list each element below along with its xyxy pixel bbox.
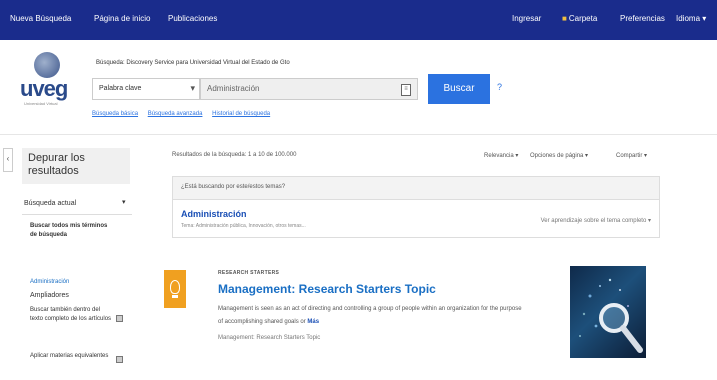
refine-results-title: Depurar los resultados — [28, 152, 85, 177]
expander-subjects-checkbox[interactable] — [116, 356, 123, 363]
chevron-down-icon[interactable]: ▾ — [122, 198, 126, 206]
nav-preferences[interactable]: Preferencias — [620, 14, 665, 23]
current-search-heading[interactable]: Búsqueda actual — [24, 200, 76, 207]
basic-search-link[interactable]: Búsqueda básica — [92, 111, 138, 117]
logo-emblem-icon — [34, 52, 60, 78]
search-button[interactable]: Buscar — [428, 74, 490, 104]
sort-relevance-dropdown[interactable]: Relevancia ▾ — [484, 152, 518, 159]
collapse-sidebar-handle[interactable]: ‹ — [3, 148, 13, 172]
result-thumbnail[interactable] — [570, 266, 646, 358]
search-input[interactable]: Administración ≡ — [200, 78, 418, 100]
expander-fulltext-checkbox[interactable] — [116, 315, 123, 322]
share-dropdown[interactable]: Compartir ▾ — [616, 152, 647, 159]
search-history-link[interactable]: Historial de búsqueda — [212, 111, 270, 117]
nav-new-search[interactable]: Nueva Búsqueda — [10, 14, 71, 23]
magnifier-icon — [579, 278, 643, 353]
header-divider — [0, 134, 717, 135]
expander-fulltext-label: Buscar también dentro del texto completo… — [30, 307, 112, 322]
search-query-text: Administración — [207, 84, 260, 93]
chevron-down-icon: ▾ — [190, 83, 195, 93]
expander-subjects-label: Aplicar materias equivalentes — [30, 353, 109, 359]
help-icon[interactable]: ? — [497, 82, 502, 92]
sidebar-divider — [22, 214, 132, 215]
page-options-dropdown[interactable]: Opciones de página ▾ — [530, 152, 588, 159]
search-links: Búsqueda básica Búsqueda avanzada Histor… — [92, 111, 278, 117]
nav-language[interactable]: Idioma ▾ — [676, 14, 706, 23]
result-meta: Management: Research Starters Topic — [218, 335, 321, 341]
search-description: Búsqueda: Discovery Service para Univers… — [96, 60, 290, 66]
search-field-select[interactable]: Palabra clave ▾ — [92, 78, 200, 100]
result-title-link[interactable]: Management: Research Starters Topic — [218, 282, 436, 296]
nav-sign-in[interactable]: Ingresar — [512, 14, 541, 23]
result-type-label: RESEARCH STARTERS — [218, 270, 280, 276]
nav-home[interactable]: Página de inicio — [94, 14, 150, 23]
search-all-terms-label: Buscar todos mis términos de búsqueda — [30, 223, 108, 238]
logo-text: uveg — [20, 76, 68, 101]
advanced-search-link[interactable]: Búsqueda avanzada — [148, 111, 203, 117]
nav-publications[interactable]: Publicaciones — [168, 14, 217, 23]
suggestion-title-link[interactable]: Administración — [181, 209, 247, 219]
search-term-link[interactable]: Administración — [30, 278, 69, 287]
clear-search-icon[interactable]: ≡ — [401, 84, 411, 96]
logo-subtitle: Universidad Virtual — [24, 101, 58, 106]
search-field-value: Palabra clave — [99, 85, 142, 92]
refine-results-panel: Depurar los resultados — [22, 148, 130, 184]
suggestion-subtitle: Tema: Administración pública, Innovación… — [181, 223, 306, 229]
suggestion-toggle[interactable]: Ver aprendizaje sobre el tema completo ▾ — [541, 217, 651, 224]
folder-icon: ■ — [562, 14, 567, 23]
topic-suggestion-box: ¿Está buscando por este/estos temas? Adm… — [172, 176, 660, 238]
nav-folder[interactable]: ■ Carpeta — [562, 14, 597, 23]
expanders-heading: Ampliadores — [30, 292, 69, 299]
lightbulb-icon — [164, 270, 186, 308]
top-navigation-bar: Nueva Búsqueda Página de inicio Publicac… — [0, 0, 717, 40]
uveg-logo[interactable]: uveg Universidad Virtual — [20, 52, 76, 108]
results-count: Resultados de la búsqueda: 1 a 10 de 100… — [172, 152, 297, 158]
result-item: RESEARCH STARTERS Management: Research S… — [160, 256, 660, 380]
suggestion-header: ¿Está buscando por este/estos temas? — [173, 177, 659, 200]
result-snippet: Management is seen as an act of directin… — [218, 306, 522, 325]
result-more-link[interactable]: Más — [307, 319, 319, 325]
